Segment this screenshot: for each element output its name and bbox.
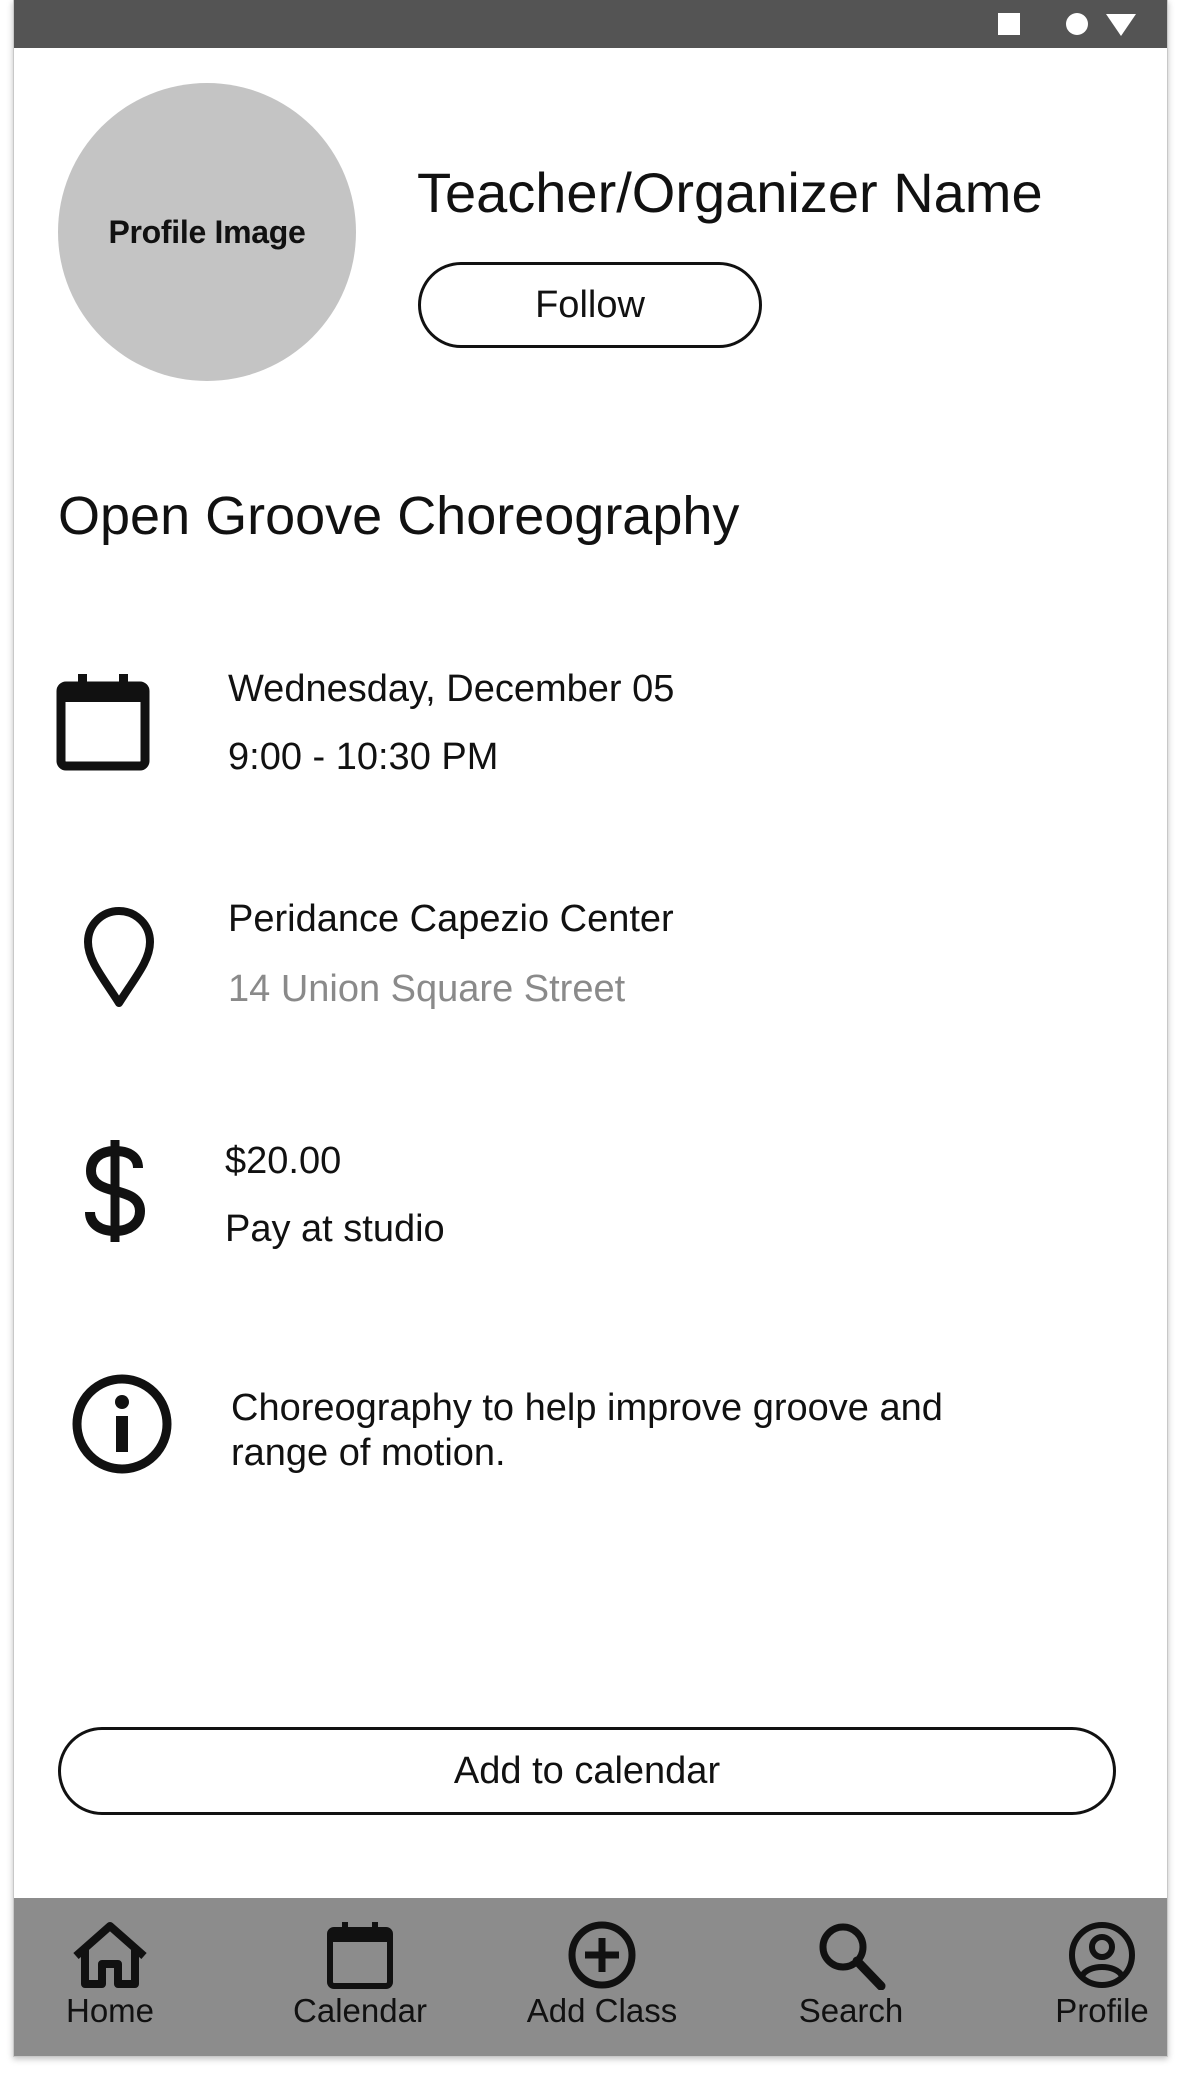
nav-item-profile[interactable]: Profile	[1042, 1898, 1162, 2056]
recent-apps-icon[interactable]	[998, 13, 1020, 35]
nav-item-search[interactable]: Search	[786, 1898, 916, 2056]
avatar[interactable]: Profile Image	[58, 83, 356, 381]
nav-item-calendar[interactable]: Calendar	[280, 1898, 440, 2056]
nav-label-calendar: Calendar	[293, 1992, 427, 2029]
description-line-2: range of motion.	[231, 1432, 506, 1474]
event-date: Wednesday, December 05	[228, 668, 675, 710]
calendar-icon	[327, 1922, 393, 1989]
class-price: $20.00	[225, 1140, 342, 1182]
dollar-icon	[85, 1140, 146, 1242]
search-icon	[819, 1923, 886, 1990]
home-dot-icon[interactable]	[1066, 13, 1088, 35]
event-time: 9:00 - 10:30 PM	[228, 736, 499, 778]
add-to-calendar-button[interactable]: Add to calendar	[58, 1727, 1116, 1815]
venue-address[interactable]: 14 Union Square Street	[228, 968, 625, 1011]
avatar-placeholder-label: Profile Image	[108, 213, 306, 250]
description-line-1: Choreography to help improve groove and	[231, 1387, 943, 1429]
phone-screen: Profile Image Teacher/Organizer Name Fol…	[13, 0, 1168, 2057]
venue-name: Peridance Capezio Center	[228, 898, 674, 940]
calendar-icon	[56, 674, 150, 771]
profile-icon	[1069, 1922, 1135, 1988]
nav-item-add-class[interactable]: Add Class	[512, 1898, 692, 2056]
back-triangle-icon[interactable]	[1106, 14, 1136, 36]
location-pin-icon	[84, 907, 154, 1007]
nav-label-search: Search	[798, 1992, 904, 2029]
class-title: Open Groove Choreography	[58, 486, 740, 546]
bottom-navigation: Home Calendar Add Class Search Profile	[14, 1898, 1167, 2056]
nav-item-home[interactable]: Home	[50, 1898, 170, 2056]
add-circle-icon	[568, 1921, 636, 1989]
organizer-name[interactable]: Teacher/Organizer Name	[417, 160, 1043, 225]
status-bar	[14, 0, 1167, 48]
payment-note: Pay at studio	[225, 1208, 445, 1250]
nav-label-profile: Profile	[1055, 1992, 1149, 2029]
follow-button[interactable]: Follow	[418, 262, 762, 348]
nav-label-home: Home	[65, 1992, 155, 2029]
nav-label-add-class: Add Class	[526, 1992, 678, 2029]
info-icon	[72, 1374, 172, 1474]
home-icon	[73, 1922, 147, 1988]
